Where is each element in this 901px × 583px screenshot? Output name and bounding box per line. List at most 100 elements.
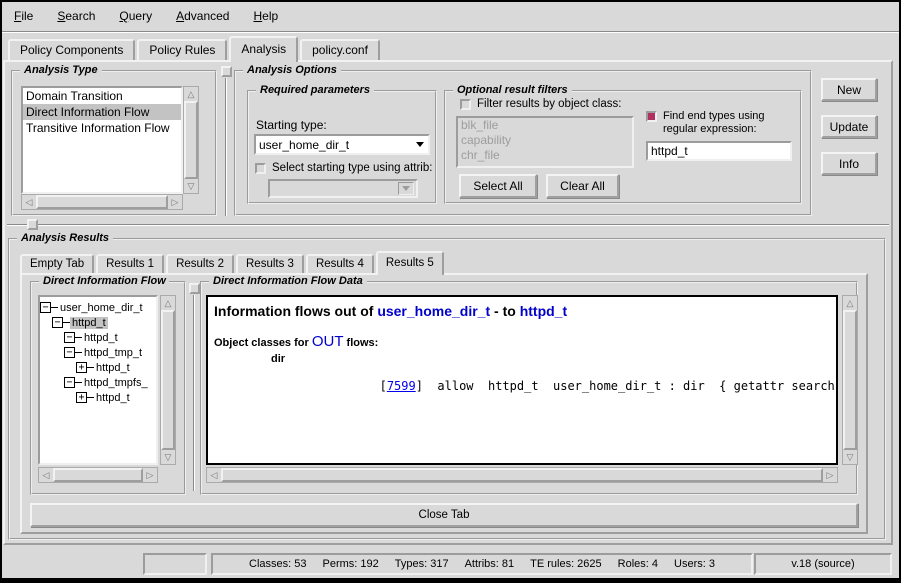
- tree-connector: [75, 382, 82, 383]
- rule-line: [7599] allow httpd_t user_home_dir_t : d…: [264, 365, 830, 407]
- scroll-thumb[interactable]: [843, 310, 857, 450]
- rule-number-link[interactable]: 7599: [387, 379, 416, 393]
- pane-sash-line[interactable]: [225, 78, 227, 216]
- tree-connector: [75, 352, 82, 353]
- scroll-thumb[interactable]: [221, 468, 823, 482]
- attrib-checkbox[interactable]: [255, 163, 266, 174]
- tree-node[interactable]: httpd_t: [76, 390, 156, 405]
- scroll-up-icon[interactable]: △: [184, 87, 198, 101]
- starting-type-label: Starting type:: [256, 118, 327, 132]
- dropdown-arrow-icon[interactable]: [412, 142, 428, 147]
- attrib-checkbox-row: Select starting type using attrib:: [255, 162, 435, 175]
- required-parameters-frame: Required parameters Starting type: user_…: [247, 90, 437, 204]
- pane-sash-handle[interactable]: [221, 66, 232, 77]
- regex-checkbox-row: Find end types using regular expression:: [646, 110, 798, 136]
- tree-toggle-icon[interactable]: [76, 392, 87, 403]
- menu-item[interactable]: Query: [111, 6, 160, 26]
- tree-data-sash-handle[interactable]: [189, 283, 200, 294]
- flow-data-text[interactable]: Information flows out of user_home_dir_t…: [206, 295, 838, 465]
- main-tab[interactable]: Analysis: [229, 36, 298, 62]
- scroll-thumb[interactable]: [36, 195, 168, 209]
- tree-node-label[interactable]: httpd_t: [70, 317, 108, 329]
- analysis-type-vscrollbar[interactable]: △ ▽: [183, 86, 199, 194]
- scroll-down-icon[interactable]: ▽: [843, 450, 857, 464]
- tree-toggle-icon[interactable]: [52, 317, 63, 328]
- scroll-left-icon[interactable]: ◁: [207, 468, 221, 482]
- tree-node-label[interactable]: httpd_t: [94, 392, 132, 404]
- select-all-button[interactable]: Select All: [459, 174, 537, 198]
- menu-item[interactable]: Help: [245, 6, 286, 26]
- analysis-options-frame: Analysis Options Required parameters Sta…: [234, 70, 812, 216]
- attrib-combobox-disabled: [268, 179, 418, 198]
- scroll-left-icon[interactable]: ◁: [39, 468, 53, 482]
- tree-node-label[interactable]: httpd_tmp_t: [82, 347, 144, 359]
- tree-toggle-icon[interactable]: [64, 347, 75, 358]
- tree-data-sash-line[interactable]: [193, 295, 195, 491]
- tree-node[interactable]: user_home_dir_t: [40, 300, 156, 315]
- analysis-type-option[interactable]: Direct Information Flow: [23, 104, 181, 120]
- tree-node[interactable]: httpd_t: [76, 360, 156, 375]
- tree-vscrollbar[interactable]: △ ▽: [160, 295, 176, 465]
- data-vscrollbar[interactable]: △ ▽: [842, 295, 858, 465]
- flow-heading-prefix: Information flows out of: [214, 303, 377, 319]
- scroll-thumb[interactable]: [53, 468, 143, 482]
- tree-toggle-icon[interactable]: [64, 377, 75, 388]
- menu-item[interactable]: Search: [49, 6, 103, 26]
- optional-filters-title: Optional result filters: [453, 84, 572, 96]
- analysis-type-option[interactable]: Transitive Information Flow: [23, 120, 181, 136]
- tree-node-label[interactable]: httpd_t: [94, 362, 132, 374]
- results-tab[interactable]: Results 2: [166, 254, 234, 273]
- menu-item[interactable]: Advanced: [168, 6, 237, 26]
- scroll-right-icon[interactable]: ▷: [143, 468, 157, 482]
- clear-all-button[interactable]: Clear All: [546, 174, 619, 198]
- scroll-thumb[interactable]: [184, 101, 198, 179]
- info-button[interactable]: Info: [821, 152, 877, 175]
- close-tab-button[interactable]: Close Tab: [30, 503, 858, 527]
- new-button[interactable]: New: [821, 78, 877, 101]
- flow-tree[interactable]: user_home_dir_t httpd_t: [38, 295, 158, 465]
- main-tab[interactable]: policy.conf: [300, 39, 380, 60]
- tree-node[interactable]: httpd_t: [64, 330, 156, 345]
- results-tab[interactable]: Results 4: [306, 254, 374, 273]
- starting-type-combobox[interactable]: user_home_dir_t: [254, 134, 430, 155]
- scroll-down-icon[interactable]: ▽: [161, 450, 175, 464]
- tree-node-label[interactable]: httpd_t: [82, 332, 120, 344]
- tree-node-label[interactable]: user_home_dir_t: [58, 302, 145, 314]
- menu-item[interactable]: File: [6, 6, 41, 26]
- tree-node[interactable]: httpd_t: [52, 315, 156, 330]
- scroll-up-icon[interactable]: △: [843, 296, 857, 310]
- flow-subheading-suffix: flows:: [344, 337, 379, 349]
- results-sash-line[interactable]: [7, 224, 889, 226]
- tree-toggle-icon[interactable]: [76, 362, 87, 373]
- scroll-left-icon[interactable]: ◁: [22, 195, 36, 209]
- analysis-type-hscrollbar[interactable]: ◁ ▷: [21, 194, 183, 210]
- tree-node[interactable]: httpd_tmpfs_: [64, 375, 156, 390]
- data-hscrollbar[interactable]: ◁ ▷: [206, 467, 838, 483]
- main-tab[interactable]: Policy Components: [8, 39, 135, 60]
- scroll-right-icon[interactable]: ▷: [168, 195, 182, 209]
- object-class-option: blk_file: [458, 118, 632, 133]
- results-tab[interactable]: Results 5: [376, 251, 444, 275]
- scroll-right-icon[interactable]: ▷: [823, 468, 837, 482]
- scroll-down-icon[interactable]: ▽: [184, 179, 198, 193]
- analysis-type-option[interactable]: Domain Transition: [23, 88, 181, 104]
- analysis-type-listbox[interactable]: Domain TransitionDirect Information Flow…: [21, 86, 183, 194]
- tree-node-label[interactable]: httpd_tmpfs_: [82, 377, 150, 389]
- results-sash-handle[interactable]: [27, 219, 38, 230]
- results-tab[interactable]: Results 1: [96, 254, 164, 273]
- tree-hscrollbar[interactable]: ◁ ▷: [38, 467, 158, 483]
- filter-by-class-checkbox[interactable]: [460, 99, 471, 110]
- results-tab[interactable]: Empty Tab: [20, 254, 94, 273]
- tree-toggle-icon[interactable]: [40, 302, 51, 313]
- results-tab-content: Direct Information Flow T user_home_dir_…: [20, 273, 868, 534]
- tree-node[interactable]: httpd_tmp_t: [64, 345, 156, 360]
- flow-heading: Information flows out of user_home_dir_t…: [214, 303, 830, 319]
- scroll-up-icon[interactable]: △: [161, 296, 175, 310]
- update-button[interactable]: Update: [821, 115, 877, 138]
- regex-checkbox[interactable]: [646, 111, 657, 122]
- regex-input[interactable]: [646, 141, 792, 161]
- main-tab[interactable]: Policy Rules: [137, 39, 227, 60]
- tree-toggle-icon[interactable]: [64, 332, 75, 343]
- results-tab[interactable]: Results 3: [236, 254, 304, 273]
- scroll-thumb[interactable]: [161, 310, 175, 450]
